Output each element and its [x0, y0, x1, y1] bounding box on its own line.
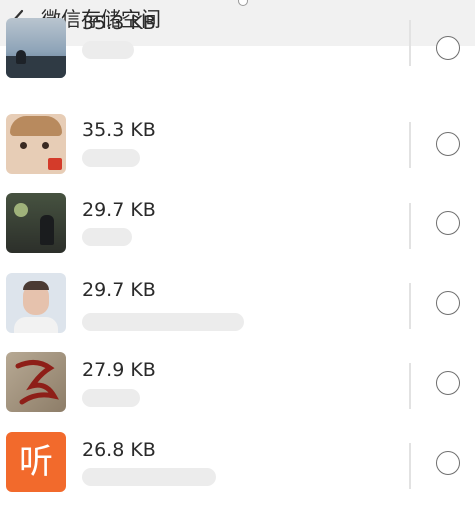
- select-radio[interactable]: [436, 36, 460, 60]
- list-item[interactable]: 听 26.8 KB: [0, 426, 475, 506]
- row-divider: [409, 363, 411, 409]
- baby-thumbnail: [6, 114, 66, 174]
- file-name-redacted: [82, 41, 134, 59]
- list-item[interactable]: 35.3 KB: [0, 106, 475, 186]
- file-size: 35.3 KB: [82, 12, 156, 34]
- select-radio[interactable]: [436, 291, 460, 315]
- camera-notch: [238, 0, 248, 6]
- list-item[interactable]: 29.7 KB: [0, 186, 475, 266]
- row-divider: [409, 283, 411, 329]
- file-size: 26.8 KB: [82, 439, 156, 461]
- select-radio[interactable]: [436, 371, 460, 395]
- row-divider: [409, 203, 411, 249]
- seascape-thumbnail: [6, 18, 66, 78]
- file-size: 29.7 KB: [82, 279, 156, 301]
- file-name-redacted: [82, 389, 140, 407]
- calligraphy-thumbnail: [6, 352, 66, 412]
- select-radio[interactable]: [436, 211, 460, 235]
- file-size: 35.3 KB: [82, 119, 156, 141]
- ting-logo-glyph: 听: [6, 432, 66, 492]
- file-name-redacted: [82, 149, 140, 167]
- list-item[interactable]: 35.3 KB: [0, 8, 475, 88]
- list-item[interactable]: 29.7 KB: [0, 266, 475, 346]
- select-radio[interactable]: [436, 132, 460, 156]
- row-divider: [409, 20, 411, 66]
- night-street-thumbnail: [6, 193, 66, 253]
- file-name-redacted: [82, 313, 244, 331]
- file-size: 27.9 KB: [82, 359, 156, 381]
- list-item[interactable]: 27.9 KB: [0, 346, 475, 426]
- select-radio[interactable]: [436, 451, 460, 475]
- calligraphy-glyph-icon: [15, 360, 59, 405]
- file-name-redacted: [82, 468, 216, 486]
- file-name-redacted: [82, 228, 132, 246]
- file-size: 29.7 KB: [82, 199, 156, 221]
- row-divider: [409, 122, 411, 168]
- row-divider: [409, 443, 411, 489]
- man-portrait-thumbnail: [6, 273, 66, 333]
- ting-logo-thumbnail: 听: [6, 432, 66, 492]
